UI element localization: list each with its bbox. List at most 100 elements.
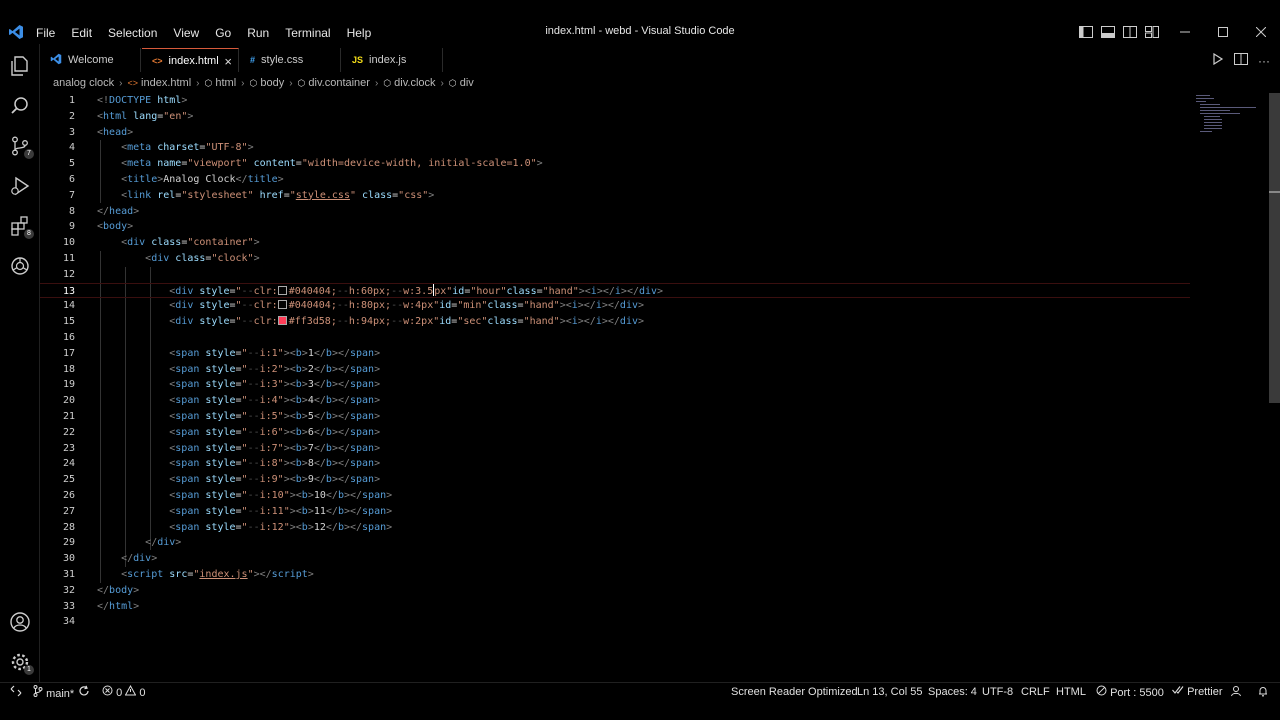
vertical-scrollbar[interactable] bbox=[1269, 93, 1280, 403]
code-line: 2 <html lang="en"> bbox=[68, 110, 194, 122]
code-line: 24 <span style="--i:8"><b>8</b></span> bbox=[62, 458, 381, 470]
toggle-panel-icon[interactable] bbox=[1100, 24, 1116, 40]
code-line: 11 <div class="clock"> bbox=[62, 253, 260, 264]
chevron-right-icon: › bbox=[119, 77, 123, 89]
element-icon: ⬡ bbox=[448, 77, 457, 88]
breadcrumb-folder[interactable]: analog clock bbox=[53, 77, 114, 89]
breadcrumb-clock[interactable]: div.clock bbox=[394, 77, 435, 89]
remote-icon[interactable] bbox=[10, 685, 22, 699]
feedback-icon[interactable] bbox=[1230, 685, 1242, 699]
code-line: 30 </div> bbox=[62, 553, 158, 565]
status-bar: main* 0 0 Screen Reader Optimized Ln 13,… bbox=[0, 682, 1280, 700]
code-line: 9 <body> bbox=[68, 221, 134, 233]
title-bar: File Edit Selection View Go Run Terminal… bbox=[0, 0, 1280, 44]
notifications-bell-icon[interactable] bbox=[1257, 685, 1269, 699]
customize-layout-icon[interactable] bbox=[1144, 24, 1160, 40]
cursor-position-status[interactable]: Ln 13, Col 55 bbox=[857, 685, 922, 699]
error-icon bbox=[102, 685, 116, 699]
code-line-current: 13 <div style="--clr: #040404;--h:60px;--… bbox=[40, 282, 1190, 299]
layout-controls bbox=[1078, 24, 1160, 40]
code-line: 28 <span style="--i:12"><b>12</b></span> bbox=[62, 521, 393, 533]
tab-index-html[interactable]: <> index.html × bbox=[142, 48, 239, 72]
explorer-icon[interactable] bbox=[0, 46, 40, 86]
manage-gear-icon[interactable]: 1 bbox=[0, 642, 40, 682]
more-actions-icon[interactable]: ··· bbox=[1258, 54, 1270, 68]
warning-icon bbox=[124, 684, 139, 699]
extensions-badge: 8 bbox=[24, 229, 34, 239]
code-line: 6 <title>Analog Clock</title> bbox=[68, 174, 284, 185]
code-line: 31 <script src="index.js"></script> bbox=[62, 569, 314, 580]
close-tab-icon[interactable]: × bbox=[224, 54, 232, 69]
live-server-status[interactable]: Port : 5500 bbox=[1096, 685, 1164, 699]
code-line: 20 <span style="--i:4"><b>4</b></span> bbox=[62, 395, 381, 407]
breadcrumb-body[interactable]: body bbox=[260, 77, 284, 89]
code-line: 19 <span style="--i:3"><b>3</b></span> bbox=[62, 379, 381, 391]
breadcrumb-container[interactable]: div.container bbox=[308, 77, 370, 89]
chevron-right-icon: › bbox=[196, 77, 200, 89]
tab-label: index.html bbox=[168, 54, 219, 67]
problems-status[interactable]: 0 0 bbox=[102, 684, 145, 699]
run-file-icon[interactable] bbox=[1212, 52, 1224, 70]
toggle-secondary-sidebar-icon[interactable] bbox=[1122, 24, 1138, 40]
minimize-icon[interactable] bbox=[1166, 22, 1204, 42]
code-line: 14 <div style="--clr: #040404;--h:80px;--… bbox=[62, 300, 645, 312]
element-icon: ⬡ bbox=[297, 77, 306, 88]
color-swatch[interactable] bbox=[277, 300, 287, 310]
tab-label: style.css bbox=[261, 54, 304, 66]
color-swatch[interactable] bbox=[277, 285, 287, 295]
code-line: 33 </html> bbox=[62, 600, 140, 612]
breadcrumb-div[interactable]: div bbox=[460, 77, 474, 89]
code-line: 7 <link rel="stylesheet" href="style.css… bbox=[68, 189, 435, 201]
eol-status[interactable]: CRLF bbox=[1021, 685, 1050, 699]
close-window-icon[interactable] bbox=[1242, 22, 1280, 42]
double-check-icon bbox=[1172, 686, 1187, 698]
tab-style-css[interactable]: # style.css bbox=[240, 48, 341, 72]
breadcrumb-file[interactable]: index.html bbox=[141, 77, 191, 89]
git-branch-icon bbox=[33, 685, 46, 700]
indentation-status[interactable]: Spaces: 4 bbox=[928, 685, 977, 699]
sync-icon[interactable] bbox=[78, 685, 90, 699]
code-line: 8 </head> bbox=[68, 205, 140, 217]
html-icon: <> bbox=[127, 78, 139, 88]
code-line: 18 <span style="--i:2"><b>2</b></span> bbox=[62, 363, 381, 375]
editor-tabs: Welcome <> index.html × # style.css JS i… bbox=[40, 48, 1280, 72]
branch-name: main* bbox=[46, 688, 75, 700]
js-icon: JS bbox=[352, 55, 364, 65]
vscode-icon bbox=[50, 53, 62, 67]
branch-status[interactable]: main* bbox=[33, 685, 75, 700]
html-icon: <> bbox=[152, 55, 163, 66]
code-line: 34 bbox=[62, 616, 75, 628]
toggle-primary-sidebar-icon[interactable] bbox=[1078, 24, 1094, 40]
screen-reader-status[interactable]: Screen Reader Optimized bbox=[731, 685, 858, 699]
activity-bar: 7 8 1 bbox=[0, 44, 40, 682]
code-line: 10 <div class="container"> bbox=[62, 237, 260, 249]
chatgpt-icon[interactable] bbox=[0, 246, 40, 286]
code-line: 17 <span style="--i:1"><b>1</b></span> bbox=[62, 347, 381, 359]
window-controls bbox=[1166, 22, 1280, 42]
code-line: 4 <meta charset="UTF-8"> bbox=[68, 142, 254, 154]
source-control-badge: 7 bbox=[24, 149, 34, 159]
maximize-icon[interactable] bbox=[1204, 22, 1242, 42]
chevron-right-icon: › bbox=[289, 77, 293, 89]
code-line: 32 </body> bbox=[62, 584, 140, 596]
source-control-icon[interactable]: 7 bbox=[0, 126, 40, 166]
code-line: 3 <head> bbox=[68, 126, 134, 138]
accounts-icon[interactable] bbox=[0, 602, 40, 642]
code-editor[interactable]: 1 <!DOCTYPE html> 2 <html lang="en"> 3 <hea… bbox=[40, 93, 1270, 653]
extensions-icon[interactable]: 8 bbox=[0, 206, 40, 246]
code-line: 15 <div style="--clr: #ff3d58;--h:94px;--… bbox=[62, 316, 645, 328]
tab-welcome[interactable]: Welcome bbox=[40, 48, 141, 72]
run-debug-icon[interactable] bbox=[0, 166, 40, 206]
code-line: 23 <span style="--i:7"><b>7</b></span> bbox=[62, 442, 381, 454]
element-icon: ⬡ bbox=[383, 77, 392, 88]
minimap[interactable] bbox=[1194, 93, 1260, 153]
language-status[interactable]: HTML bbox=[1056, 685, 1086, 699]
encoding-status[interactable]: UTF-8 bbox=[982, 685, 1013, 699]
color-swatch[interactable] bbox=[277, 316, 287, 326]
search-icon[interactable] bbox=[0, 86, 40, 126]
breadcrumb-html[interactable]: html bbox=[215, 77, 236, 89]
split-editor-icon[interactable] bbox=[1234, 52, 1248, 70]
prettier-status[interactable]: Prettier bbox=[1172, 685, 1223, 699]
element-icon: ⬡ bbox=[249, 77, 258, 88]
tab-index-js[interactable]: JS index.js bbox=[342, 48, 443, 72]
